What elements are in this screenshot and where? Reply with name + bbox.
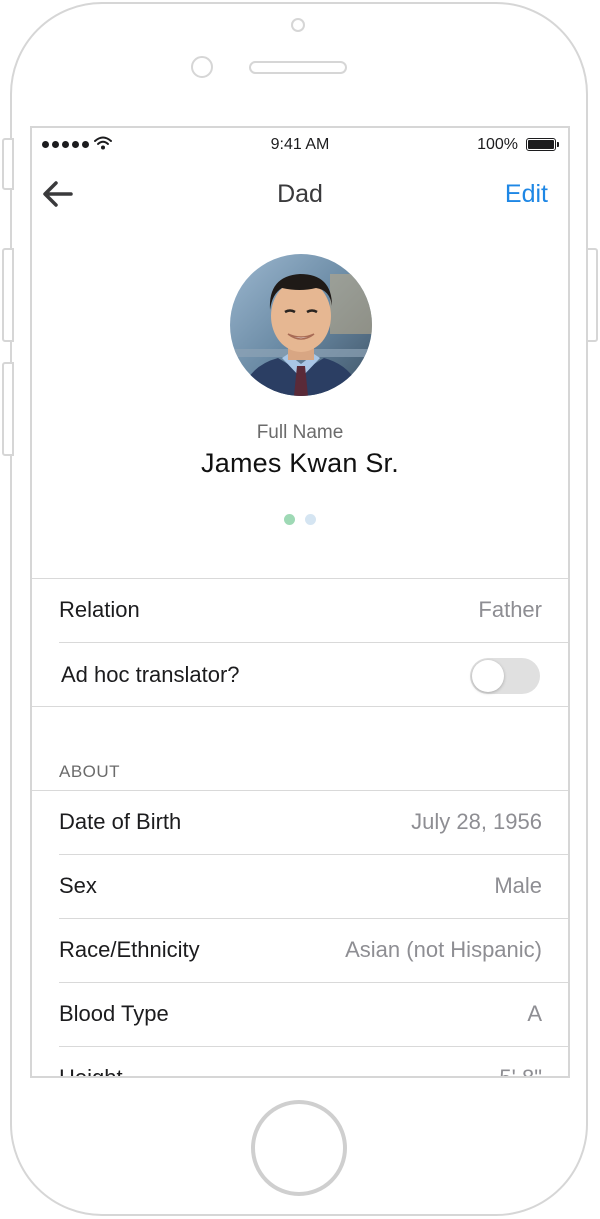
back-button[interactable] bbox=[38, 176, 78, 212]
page-dot-active[interactable] bbox=[284, 514, 295, 525]
row-label: Race/Ethnicity bbox=[59, 937, 200, 962]
blood-type-row[interactable]: Blood Type A bbox=[32, 983, 568, 1047]
row-value: Father bbox=[478, 597, 542, 622]
divider bbox=[32, 706, 568, 707]
section-header-about: ABOUT bbox=[59, 762, 121, 781]
race-ethnicity-row[interactable]: Race/Ethnicity Asian (not Hispanic) bbox=[32, 919, 568, 983]
page-indicator[interactable] bbox=[284, 514, 316, 525]
avatar[interactable] bbox=[230, 254, 372, 396]
screen: 9:41 AM 100% Dad Edit Full Name James Kw… bbox=[30, 126, 570, 1078]
sex-row[interactable]: Sex Male bbox=[32, 855, 568, 919]
volume-down-button bbox=[2, 362, 14, 456]
row-label: Ad hoc translator? bbox=[61, 662, 240, 687]
row-label: Blood Type bbox=[59, 1001, 169, 1026]
volume-up-button bbox=[2, 248, 14, 342]
row-label: Relation bbox=[59, 597, 140, 622]
relation-row[interactable]: Relation Father bbox=[32, 579, 568, 643]
row-label: Height bbox=[59, 1065, 123, 1078]
battery-icon bbox=[526, 138, 559, 151]
row-value: A bbox=[527, 1001, 542, 1026]
home-button[interactable] bbox=[251, 1100, 347, 1196]
date-of-birth-row[interactable]: Date of Birth July 28, 1956 bbox=[32, 791, 568, 855]
earpiece-speaker bbox=[249, 61, 347, 74]
power-button bbox=[586, 248, 598, 342]
row-value: July 28, 1956 bbox=[411, 809, 542, 834]
ad-hoc-translator-row: Ad hoc translator? bbox=[32, 644, 568, 708]
proximity-sensor bbox=[291, 18, 305, 32]
battery-percentage: 100% bbox=[477, 136, 518, 153]
edit-button[interactable]: Edit bbox=[505, 180, 548, 209]
page-title: Dad bbox=[277, 180, 323, 208]
navigation-bar: Dad Edit bbox=[32, 168, 568, 220]
divider bbox=[59, 642, 568, 643]
avatar-photo bbox=[230, 254, 372, 396]
front-camera bbox=[191, 56, 213, 78]
row-value: Male bbox=[494, 873, 542, 898]
status-bar: 9:41 AM 100% bbox=[32, 128, 568, 164]
full-name: James Kwan Sr. bbox=[201, 448, 399, 478]
height-row[interactable]: Height 5' 8" bbox=[32, 1047, 568, 1078]
page-dot[interactable] bbox=[305, 514, 316, 525]
ad-hoc-translator-toggle[interactable] bbox=[470, 658, 540, 694]
mute-switch bbox=[2, 138, 14, 190]
arrow-left-icon bbox=[43, 181, 73, 207]
row-label: Date of Birth bbox=[59, 809, 182, 834]
row-value: 5' 8" bbox=[499, 1065, 542, 1078]
full-name-label: Full Name bbox=[256, 422, 344, 443]
row-label: Sex bbox=[59, 873, 97, 898]
row-value: Asian (not Hispanic) bbox=[345, 937, 542, 962]
